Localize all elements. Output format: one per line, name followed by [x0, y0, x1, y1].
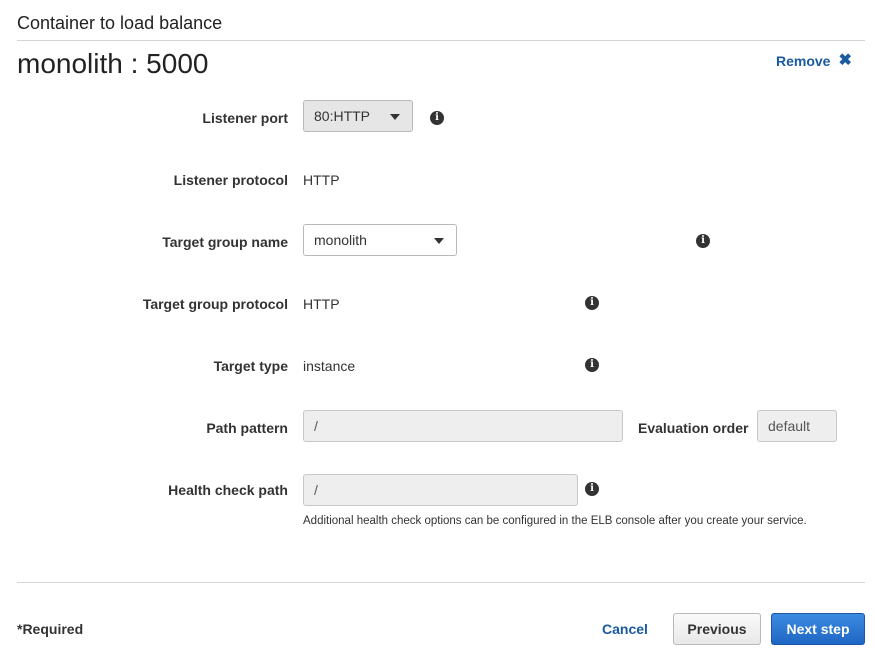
- health-check-path-input[interactable]: /: [303, 474, 578, 506]
- health-check-path-label: Health check path: [168, 482, 288, 498]
- target-type-label: Target type: [213, 358, 288, 374]
- divider-top: [17, 40, 865, 41]
- info-icon[interactable]: i: [430, 111, 444, 125]
- section-title: Container to load balance: [17, 13, 223, 33]
- listener-port-select[interactable]: 80:HTTP: [303, 100, 413, 132]
- target-type-value: instance: [303, 358, 356, 374]
- cancel-button[interactable]: Cancel: [602, 621, 648, 637]
- target-group-name-label: Target group name: [162, 234, 288, 250]
- health-check-helper-text: Additional health check options can be c…: [303, 515, 807, 527]
- remove-label: Remove: [776, 53, 831, 69]
- container-heading: monolith : 5000: [17, 48, 209, 79]
- path-pattern-value: /: [314, 418, 318, 434]
- path-pattern-input[interactable]: /: [303, 410, 623, 442]
- divider-bottom: [17, 582, 865, 583]
- path-pattern-label: Path pattern: [206, 420, 288, 436]
- evaluation-order-label: Evaluation order: [638, 420, 749, 436]
- target-group-protocol-value: HTTP: [303, 296, 340, 312]
- info-icon[interactable]: i: [696, 234, 710, 248]
- info-icon[interactable]: i: [585, 296, 599, 310]
- info-icon[interactable]: i: [585, 482, 599, 496]
- listener-port-value: 80:HTTP: [314, 108, 371, 124]
- target-group-name-select[interactable]: monolith: [303, 224, 457, 256]
- listener-port-label: Listener port: [202, 110, 288, 126]
- health-check-path-value: /: [314, 482, 318, 498]
- close-icon: ✖: [838, 52, 852, 69]
- listener-protocol-value: HTTP: [303, 172, 340, 188]
- previous-button[interactable]: Previous: [673, 613, 761, 645]
- remove-button[interactable]: Remove ✖: [776, 52, 852, 70]
- target-group-name-value: monolith: [314, 232, 367, 248]
- evaluation-order-value: default: [768, 418, 811, 434]
- required-note: *Required: [17, 621, 84, 637]
- next-step-button[interactable]: Next step: [771, 613, 865, 645]
- info-icon[interactable]: i: [585, 358, 599, 372]
- evaluation-order-input[interactable]: default: [757, 410, 837, 442]
- listener-protocol-label: Listener protocol: [173, 172, 288, 188]
- target-group-protocol-label: Target group protocol: [142, 296, 288, 312]
- chevron-down-icon: [390, 114, 400, 120]
- chevron-down-icon: [434, 238, 444, 244]
